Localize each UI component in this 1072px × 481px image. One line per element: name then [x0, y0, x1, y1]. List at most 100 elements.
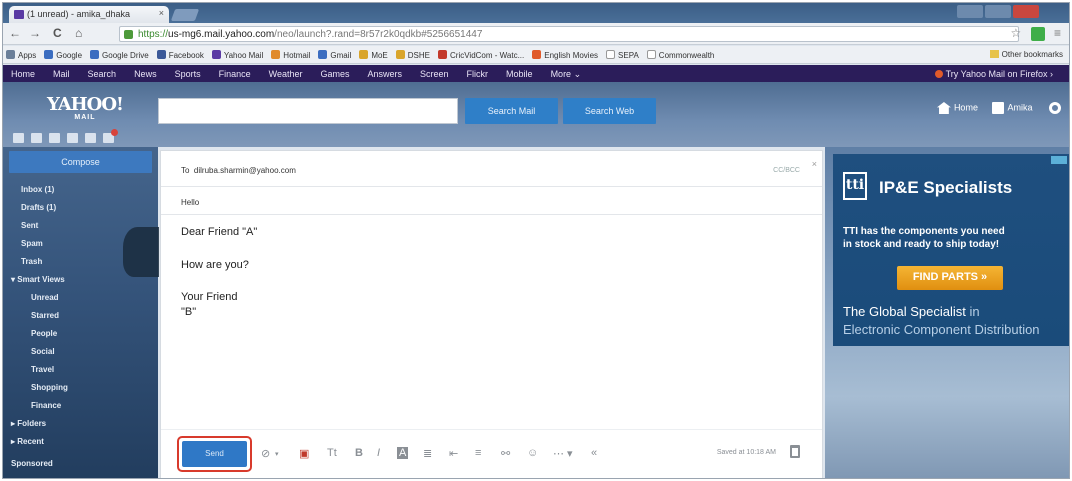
yahoo-nav-mail[interactable]: Mail	[53, 69, 70, 79]
yahoo-nav-answers[interactable]: Answers	[368, 69, 403, 79]
text-color-icon[interactable]: A	[397, 447, 409, 459]
trash-icon[interactable]	[790, 445, 800, 458]
search-mail-button[interactable]: Search Mail	[465, 98, 558, 124]
forward-icon[interactable]: →	[29, 26, 41, 40]
subject-field[interactable]: Hello	[161, 187, 822, 215]
yahoo-nav-flickr[interactable]: Flickr	[467, 69, 489, 79]
bold-icon[interactable]: B	[355, 447, 363, 459]
attach-dropdown-icon[interactable]: ▾	[275, 450, 279, 458]
bookmark-item[interactable]: Yahoo Mail	[211, 50, 263, 60]
minimize-button[interactable]	[957, 5, 983, 18]
sidebar-folder[interactable]: ▸ Folders	[11, 419, 46, 428]
insert-photo-icon[interactable]: ▣	[299, 447, 309, 460]
user-icon[interactable]	[992, 102, 1005, 114]
sidebar-folder[interactable]: Sent	[21, 221, 38, 230]
bookmark-item[interactable]: CricVidCom - Watc...	[438, 50, 524, 60]
compose-button[interactable]: Compose	[9, 151, 152, 173]
send-button[interactable]: Send	[182, 441, 247, 467]
to-recipient[interactable]: dilruba.sharmin@yahoo.com	[194, 166, 296, 175]
italic-icon[interactable]: I	[377, 447, 380, 459]
sidebar-folder[interactable]: ▸ Recent	[11, 437, 44, 446]
yahoo-nav-games[interactable]: Games	[320, 69, 349, 79]
sidebar-folder[interactable]: ▾ Smart Views	[11, 275, 65, 284]
close-window-button[interactable]	[1013, 5, 1039, 18]
browser-tab[interactable]: (1 unread) - amika_dhaka ×	[9, 6, 169, 23]
yahoo-nav-screen[interactable]: Screen	[420, 69, 449, 79]
sidebar-folder[interactable]: Travel	[31, 365, 54, 374]
home-link[interactable]: Home	[954, 102, 978, 112]
new-tab-button[interactable]	[170, 9, 200, 21]
yahoo-nav-sports[interactable]: Sports	[175, 69, 201, 79]
yahoo-nav-finance[interactable]: Finance	[219, 69, 251, 79]
search-input[interactable]	[158, 98, 458, 124]
settings-gear-icon[interactable]	[1049, 102, 1061, 114]
sidebar-folder[interactable]: Finance	[31, 401, 61, 410]
find-parts-button[interactable]: FIND PARTS »	[897, 266, 1003, 290]
sidebar-folder[interactable]: Spam	[21, 239, 43, 248]
link-icon[interactable]: ⚯	[501, 447, 510, 460]
yahoo-nav-mobile[interactable]: Mobile	[506, 69, 533, 79]
emoji-icon[interactable]: ☺	[527, 447, 538, 459]
url-field[interactable]: https://us-mg6.mail.yahoo.com/neo/launch…	[119, 26, 1019, 42]
sidebar-folder[interactable]: Inbox (1)	[21, 185, 54, 194]
calendar-app-icon[interactable]	[49, 133, 60, 143]
ad-banner[interactable]: tti IP&E Specialists TTI has the compone…	[833, 154, 1069, 346]
to-row[interactable]: To dilruba.sharmin@yahoo.com CC/BCC ×	[161, 151, 822, 187]
tab-close-icon[interactable]: ×	[159, 8, 164, 18]
bullet-list-icon[interactable]: ≣	[423, 447, 432, 460]
home-icon[interactable]: ⌂	[75, 26, 82, 40]
bookmark-item[interactable]: Google	[44, 50, 82, 60]
indent-icon[interactable]: ⇤	[449, 447, 458, 460]
attach-icon[interactable]: ⊘	[261, 447, 270, 460]
contacts-app-icon[interactable]	[31, 133, 42, 143]
newsfeed-app-icon[interactable]	[103, 129, 118, 143]
sidebar-folder[interactable]: People	[31, 329, 57, 338]
mail-app-icon[interactable]	[13, 133, 24, 143]
bookmark-item[interactable]: SEPA	[606, 50, 639, 60]
bookmark-star-icon[interactable]: ☆	[1011, 26, 1022, 40]
collapse-toolbar-icon[interactable]: «	[591, 447, 597, 459]
yahoo-nav-search[interactable]: Search	[88, 69, 117, 79]
more-options-icon[interactable]: ⋯ ▾	[553, 447, 573, 460]
sidebar-folder[interactable]: Social	[31, 347, 55, 356]
yahoo-mail-logo[interactable]: YAHOO! MAIL	[47, 94, 124, 121]
sidebar-folder[interactable]: Starred	[31, 311, 59, 320]
bookmark-item[interactable]: English Movies	[532, 50, 598, 60]
extension-icon[interactable]	[1030, 26, 1045, 41]
yahoo-nav-news[interactable]: News	[134, 69, 157, 79]
bookmark-item[interactable]: Hotmail	[271, 50, 310, 60]
bookmark-item[interactable]: Commonwealth	[646, 50, 714, 60]
adchoices-icon[interactable]	[1051, 156, 1067, 164]
body-greeting[interactable]: Dear Friend "A"	[181, 226, 257, 238]
notepad-app-icon[interactable]	[67, 133, 78, 143]
reload-icon[interactable]: C	[53, 26, 62, 40]
body-closing[interactable]: Your Friend	[181, 291, 237, 303]
sidebar-folder[interactable]: Sponsored	[11, 459, 53, 468]
try-firefox-link[interactable]: Try Yahoo Mail on Firefox ›	[927, 65, 1063, 79]
messenger-app-icon[interactable]	[85, 133, 96, 143]
bookmark-item[interactable]: Facebook	[156, 50, 204, 60]
back-icon[interactable]: ←	[9, 26, 21, 40]
text-size-icon[interactable]: Tt	[327, 447, 337, 459]
cc-bcc-link[interactable]: CC/BCC	[773, 167, 800, 174]
search-web-button[interactable]: Search Web	[563, 98, 656, 124]
maximize-button[interactable]	[985, 5, 1011, 18]
close-compose-icon[interactable]: ×	[812, 159, 817, 169]
body-signature[interactable]: "B"	[181, 306, 196, 318]
user-name-link[interactable]: Amika	[1007, 102, 1032, 112]
bookmark-item[interactable]: Gmail	[318, 50, 351, 60]
sidebar-folder[interactable]: Drafts (1)	[21, 203, 56, 212]
body-question[interactable]: How are you?	[181, 259, 249, 271]
chrome-menu-icon[interactable]: ≡	[1054, 26, 1061, 40]
sidebar-folder[interactable]: Unread	[31, 293, 59, 302]
yahoo-nav-weather[interactable]: Weather	[269, 69, 303, 79]
bookmark-item[interactable]: DSHE	[395, 50, 430, 60]
yahoo-nav-more[interactable]: More ⌄	[551, 69, 582, 80]
sidebar-folder[interactable]: Shopping	[31, 383, 68, 392]
bookmark-item[interactable]: MoE	[359, 50, 388, 60]
other-bookmarks-folder[interactable]: Other bookmarks	[989, 50, 1063, 59]
home-icon[interactable]	[936, 102, 951, 114]
yahoo-nav-home[interactable]: Home	[11, 69, 35, 79]
bookmark-item[interactable]: Google Drive	[90, 50, 149, 60]
align-icon[interactable]: ≡	[475, 447, 481, 459]
